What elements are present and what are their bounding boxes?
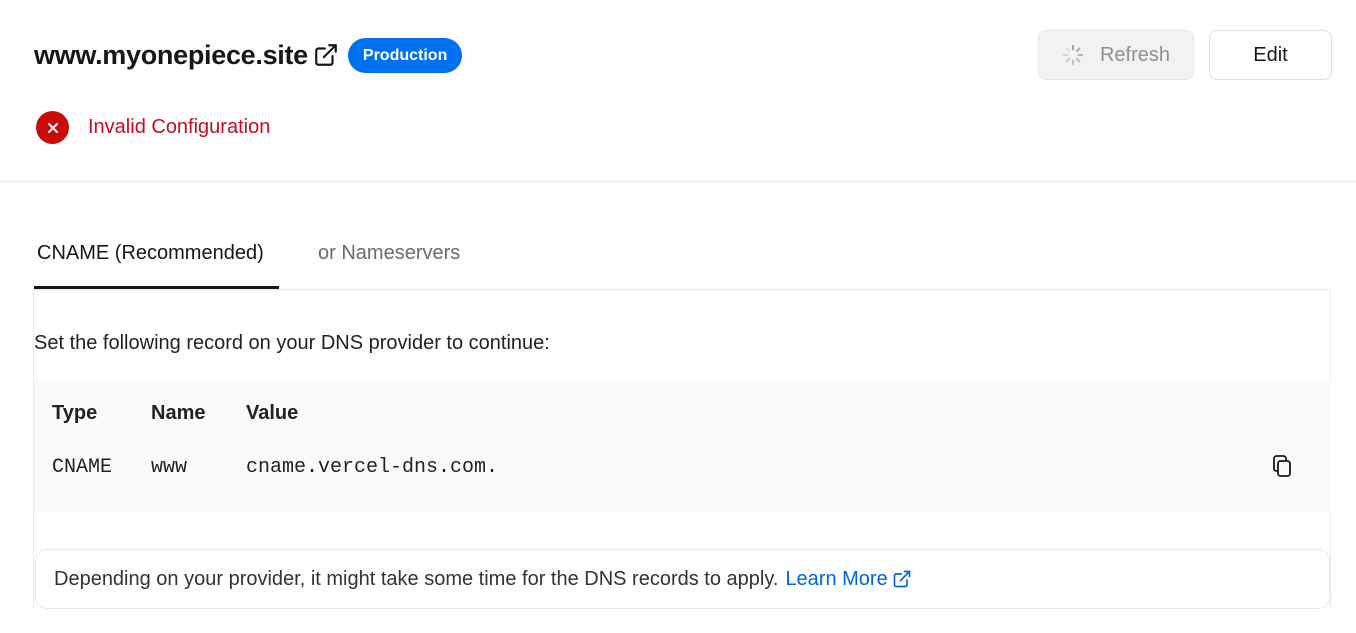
dns-record-table: Type Name Value CNAME www cname.vercel-d… xyxy=(34,380,1331,512)
tab-cname[interactable]: CNAME (Recommended) xyxy=(34,232,279,289)
config-status: Invalid Configuration xyxy=(36,111,270,144)
external-link-icon[interactable] xyxy=(313,42,339,68)
domain-name-link[interactable]: www.myonepiece.site xyxy=(34,40,308,71)
external-link-icon xyxy=(892,569,912,589)
edit-label: Edit xyxy=(1253,43,1288,66)
domain-title-row: www.myonepiece.site Production xyxy=(34,36,463,74)
type-header: Type xyxy=(52,402,98,424)
record-name: www xyxy=(151,456,188,479)
record-value: cname.vercel-dns.com. xyxy=(246,456,499,479)
learn-more-link[interactable]: Learn More xyxy=(785,568,911,591)
refresh-label: Refresh xyxy=(1099,43,1171,66)
note-text: Depending on your provider, it might tak… xyxy=(54,567,779,590)
domain-header: www.myonepiece.site Production Refresh E… xyxy=(0,0,1356,182)
record-type: CNAME xyxy=(52,456,113,479)
learn-more-label: Learn More xyxy=(785,567,888,590)
error-icon xyxy=(36,111,69,144)
dns-panel: Set the following record on your DNS pro… xyxy=(33,289,1331,609)
value-header: Value xyxy=(246,402,299,424)
copy-icon[interactable] xyxy=(1268,452,1296,480)
record-tabs: CNAME (Recommended) or Nameservers xyxy=(34,232,460,289)
status-text: Invalid Configuration xyxy=(88,116,271,138)
instructions-text: Set the following record on your DNS pro… xyxy=(34,332,550,354)
spinner-icon xyxy=(1062,44,1084,66)
tab-nameservers[interactable]: or Nameservers xyxy=(318,232,460,289)
name-header: Name xyxy=(151,402,206,424)
edit-button[interactable]: Edit xyxy=(1209,30,1332,80)
refresh-button[interactable]: Refresh xyxy=(1038,30,1194,80)
production-badge: Production xyxy=(347,37,463,73)
propagation-note: Depending on your provider, it might tak… xyxy=(35,549,1330,609)
